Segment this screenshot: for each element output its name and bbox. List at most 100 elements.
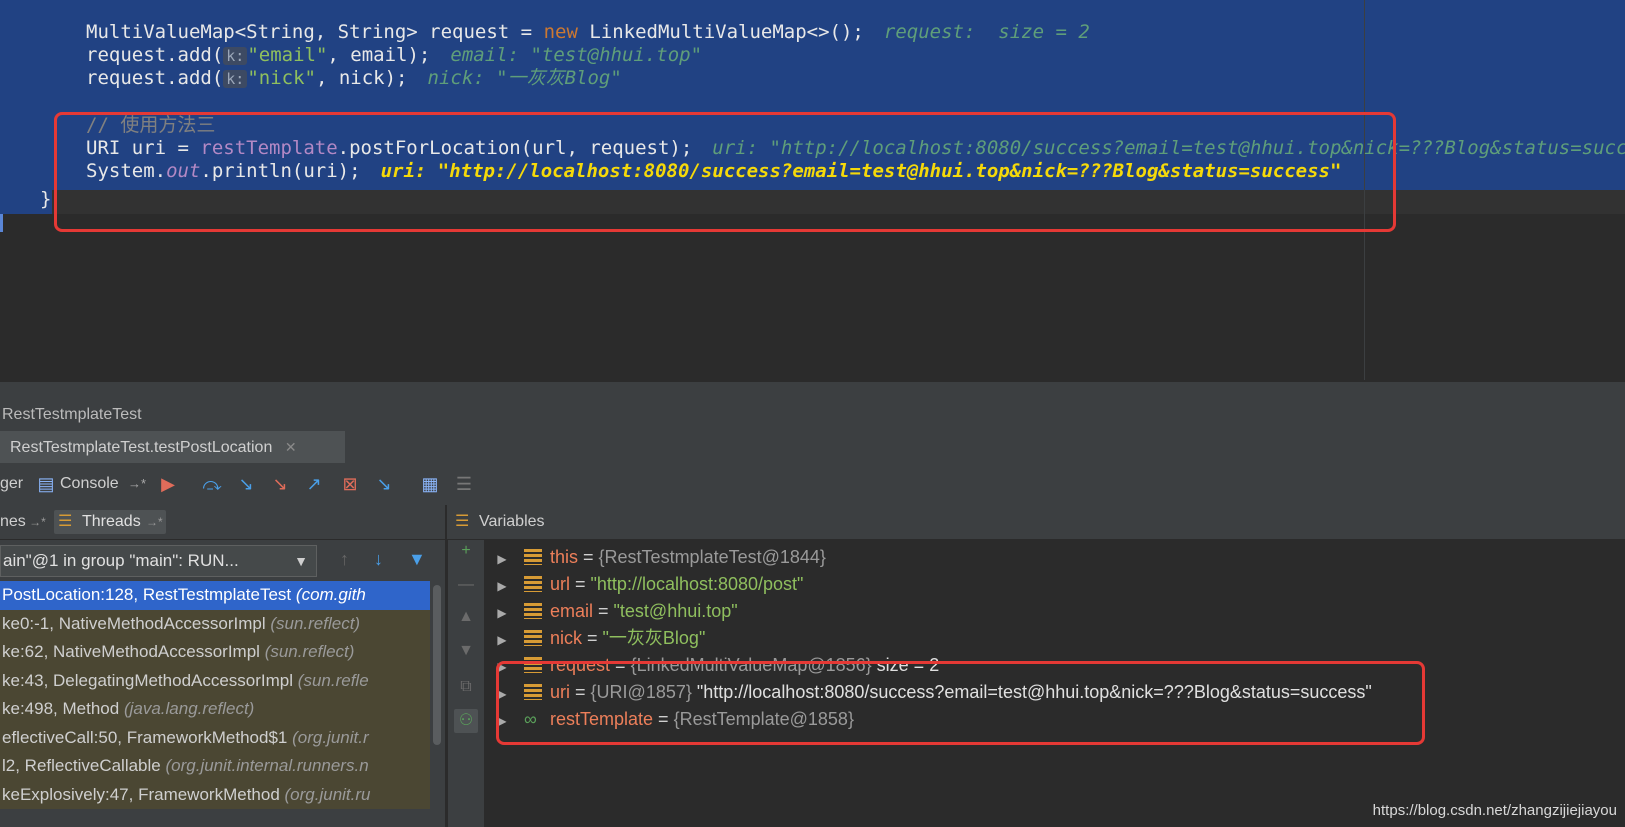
frame-method: ke:43, DelegatingMethodAccessorImpl — [2, 670, 294, 690]
code-line-1[interactable]: MultiValueMap<String, String> request = … — [86, 20, 1090, 44]
show-watches-icon[interactable]: ⚇ — [454, 709, 478, 733]
inline-debug-value: email: "test@hhui.top" — [450, 44, 703, 66]
list-item[interactable]: ke0:-1, NativeMethodAccessorImpl (sun.re… — [0, 609, 432, 638]
frames-panel: nes →* ☰ Threads →* ain"@1 in group "mai… — [0, 505, 445, 827]
variable-name: url — [550, 574, 571, 594]
debug-toolbar: ger ▤ Console →* ▶ ⤼ ↘ ↘ ↗ ⊠ ↘ ▦ ☰ — [0, 463, 1625, 506]
code-editor[interactable]: MultiValueMap<String, String> request = … — [0, 0, 1625, 385]
variable-eq: = — [593, 601, 614, 621]
scrollbar-thumb[interactable] — [433, 585, 441, 745]
inline-debug-value: nick: "一灰灰Blog" — [427, 67, 622, 89]
arrow-down-icon[interactable]: ↓ — [374, 549, 383, 570]
code-line-3[interactable]: request.add(k: "nick", nick); nick: "一灰灰Bl… — [86, 66, 622, 90]
thread-dropdown[interactable]: ain"@1 in group "main": RUN... ▼ — [0, 545, 317, 577]
variable-eq: = — [582, 628, 603, 648]
run-config-tab-bar: RestTestmplateTest.testPostLocation ✕ — [0, 431, 1625, 463]
parameter-hint: k: — [223, 47, 248, 65]
variable-name: this — [550, 547, 579, 567]
run-config-tab[interactable]: RestTestmplateTest.testPostLocation ✕ — [0, 431, 345, 463]
frame-package: (org.junit.r — [292, 727, 369, 747]
expand-icon[interactable]: ▶ — [490, 546, 514, 573]
field-icon — [524, 603, 542, 619]
step-into-icon[interactable]: ↘ — [234, 472, 258, 496]
tab-variables[interactable]: Variables — [479, 505, 545, 539]
code-text: , nick); — [315, 67, 408, 89]
pin-icon[interactable]: →* — [146, 510, 163, 534]
expand-icon[interactable]: ▶ — [490, 627, 514, 654]
list-item[interactable]: ke:43, DelegatingMethodAccessorImpl (sun… — [0, 666, 432, 695]
arrow-up-icon[interactable]: ↑ — [340, 549, 349, 570]
trace-stream-icon[interactable]: ☰ — [452, 472, 476, 496]
move-down-icon[interactable]: ▼ — [454, 639, 478, 663]
keyword-new: new — [543, 21, 578, 43]
parameter-hint: k: — [223, 70, 248, 88]
pin-icon[interactable]: →* — [26, 515, 46, 529]
variables-header: ☰ Variables — [447, 505, 1625, 540]
frame-method: keExplosively:47, FrameworkMethod — [2, 784, 280, 804]
force-step-into-icon[interactable]: ↘ — [268, 472, 292, 496]
variable-name: email — [550, 601, 594, 621]
tab-threads-label: Threads — [82, 513, 141, 530]
list-item[interactable]: eflectiveCall:50, FrameworkMethod$1 (org… — [0, 723, 432, 752]
move-up-icon[interactable]: ▲ — [454, 605, 478, 629]
remove-watch-icon[interactable]: — — [454, 573, 478, 597]
variables-panel: ☰ Variables ▶ this = {RestTestmplateTest@… — [447, 505, 1625, 827]
frame-package: (java.lang.reflect) — [123, 699, 255, 718]
string-literal: "nick" — [247, 67, 316, 89]
list-item[interactable]: keExplosively:47, FrameworkMethod (org.j… — [0, 780, 432, 809]
code-line-2[interactable]: request.add(k: "email", email); email: "te… — [86, 43, 702, 67]
variable-row[interactable]: ▶ email = "test@hhui.top" — [484, 598, 738, 627]
expand-icon[interactable]: ▶ — [490, 573, 514, 600]
filter-icon[interactable]: ▼ — [408, 549, 426, 570]
expand-icon[interactable]: ▶ — [490, 600, 514, 627]
frames-header: nes →* ☰ Threads →* — [0, 505, 445, 540]
run-config-tab-label: RestTestmplateTest.testPostLocation — [10, 439, 273, 456]
console-icon: ▤ — [37, 474, 55, 494]
code-text: , email); — [327, 44, 431, 66]
gutter-change-marker — [0, 214, 3, 232]
copy-icon[interactable]: ⧉ — [454, 675, 478, 699]
list-item[interactable]: PostLocation:128, RestTestmplateTest (co… — [0, 581, 432, 610]
list-item[interactable]: ke:498, Method (java.lang.reflect) — [0, 695, 432, 724]
closing-brace: } — [40, 188, 52, 210]
tab-threads[interactable]: ☰ Threads →* — [54, 510, 166, 534]
variable-row[interactable]: ▶ url = "http://localhost:8080/post" — [484, 571, 803, 598]
pin-icon[interactable]: →* — [128, 472, 146, 496]
panel-splitter[interactable] — [0, 381, 1625, 400]
variable-ref: {RestTestmplateTest@1844} — [598, 547, 826, 567]
field-icon — [524, 576, 542, 592]
close-icon[interactable]: ✕ — [285, 439, 297, 455]
variable-value: "test@hhui.top" — [613, 601, 738, 621]
highlight-box-variables — [496, 661, 1425, 745]
tab-console[interactable]: Console — [60, 472, 119, 496]
variable-value: "http://localhost:8080/post" — [590, 574, 804, 594]
highlight-box-code — [54, 112, 1396, 232]
frames-scrollbar[interactable] — [430, 581, 444, 827]
frame-method: ke0:-1, NativeMethodAccessorImpl — [2, 613, 266, 633]
frame-package: (org.junit.internal.runners.n — [165, 756, 369, 775]
list-item[interactable]: l2, ReflectiveCallable (org.junit.intern… — [0, 752, 432, 781]
tab-frames[interactable]: nes →* — [0, 505, 46, 539]
code-text: request.add( — [86, 44, 224, 66]
code-text: request.add( — [86, 67, 224, 89]
variables-side-toolbar: + — ▲ ▼ ⧉ ⚇ — [447, 505, 485, 827]
step-out-icon[interactable]: ↗ — [302, 472, 326, 496]
chevron-down-icon: ▼ — [294, 553, 308, 569]
drop-frame-icon[interactable]: ⊠ — [338, 472, 362, 496]
frame-method: eflectiveCall:50, FrameworkMethod$1 — [2, 727, 288, 747]
show-execution-point-icon[interactable]: ▶ — [156, 472, 180, 496]
variable-row[interactable]: ▶ this = {RestTestmplateTest@1844} — [484, 544, 826, 571]
frame-list[interactable]: PostLocation:128, RestTestmplateTest (co… — [0, 581, 432, 827]
frame-method: ke:62, NativeMethodAccessorImpl — [2, 642, 260, 661]
list-item[interactable]: ke:62, NativeMethodAccessorImpl (sun.ref… — [0, 638, 432, 667]
step-over-icon[interactable]: ⤼ — [200, 472, 224, 496]
frame-method: ke:498, Method — [2, 699, 120, 718]
run-to-cursor-icon[interactable]: ↘ — [372, 472, 396, 496]
thread-dropdown-value: ain"@1 in group "main": RUN... — [3, 551, 239, 570]
tab-frames-label: nes — [0, 513, 26, 530]
tab-debugger[interactable]: ger — [0, 472, 23, 496]
frame-package: (com.gith — [295, 585, 366, 604]
variable-row[interactable]: ▶ nick = "一灰灰Blog" — [484, 625, 705, 652]
evaluate-expression-icon[interactable]: ▦ — [418, 472, 442, 496]
new-watch-icon[interactable]: + — [454, 539, 478, 563]
